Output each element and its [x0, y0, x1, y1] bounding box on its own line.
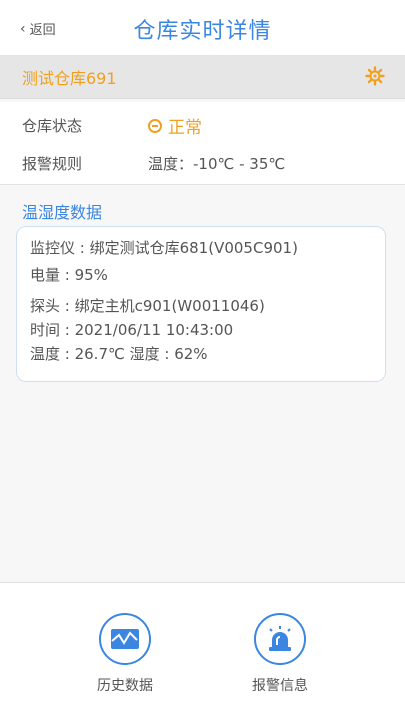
alarm-rule-row: 报警规则 温度：-10℃ - 35℃	[0, 140, 405, 185]
alarm-siren-icon	[254, 613, 306, 665]
history-chart-icon	[99, 613, 151, 665]
alarm-info-button[interactable]: 报警信息	[230, 613, 330, 695]
section-title: 温湿度数据	[22, 203, 103, 222]
top-header: ‹ 返回 仓库实时详情	[0, 0, 405, 55]
history-data-button[interactable]: 历史数据	[75, 613, 175, 695]
probe-line: 探头 : 绑定主机c901(W0011046)	[30, 297, 265, 315]
history-data-label: 历史数据	[97, 678, 153, 694]
monitor-card[interactable]: 监控仪 : 绑定测试仓库681(V005C901) 电量 : 95% 探头 : …	[16, 226, 386, 382]
status-value-group: 正常	[148, 113, 202, 138]
gear-icon[interactable]	[365, 66, 385, 86]
status-label: 仓库状态	[22, 117, 83, 135]
reading-line: 温度 : 26.7℃ 湿度 : 62%	[30, 345, 208, 363]
status-normal-icon	[148, 118, 162, 133]
status-value: 正常	[168, 118, 202, 138]
monitor-line: 监控仪 : 绑定测试仓库681(V005C901)	[30, 239, 298, 257]
warehouse-bar: 测试仓库691	[0, 55, 405, 99]
alarm-rule-value: 温度：-10℃ - 35℃	[148, 155, 286, 173]
battery-line: 电量 : 95%	[30, 266, 108, 284]
warehouse-name: 测试仓库691	[22, 69, 117, 88]
alarm-rule-label: 报警规则	[22, 155, 83, 173]
alarm-info-label: 报警信息	[252, 678, 308, 694]
bottom-nav: 历史数据 报警信息	[0, 582, 405, 721]
page-title: 仓库实时详情	[133, 19, 272, 44]
time-line: 时间 : 2021/06/11 10:43:00	[30, 321, 234, 339]
